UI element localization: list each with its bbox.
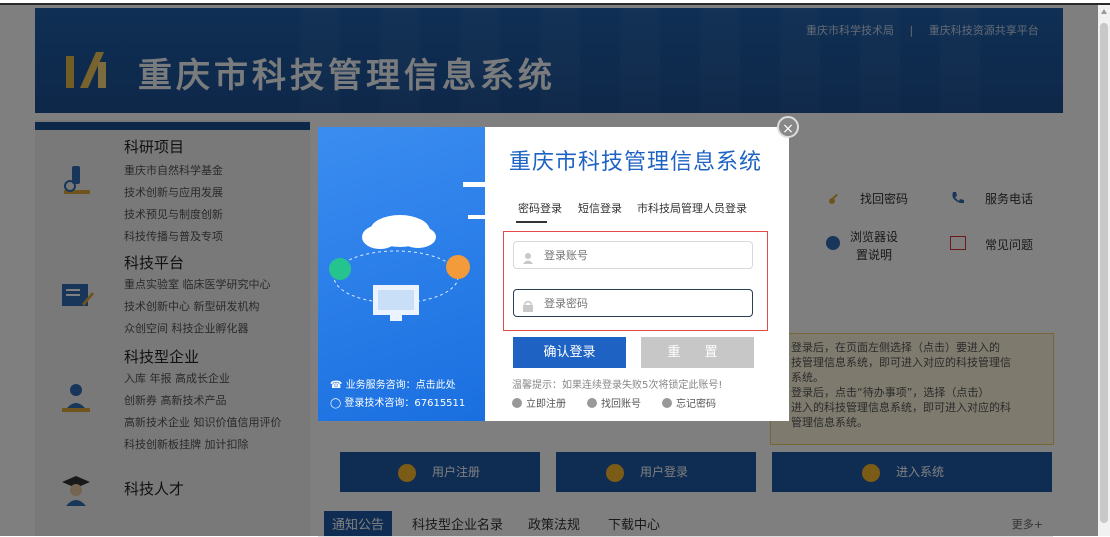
business-consult-link[interactable]: ☎ 业务服务咨询：点击此处: [330, 376, 456, 391]
lock-icon: [662, 398, 672, 408]
tab-admin-login[interactable]: 市科技局管理人员登录: [637, 200, 747, 216]
tech-consult-text: 登录技术咨询：67615511: [344, 398, 466, 409]
lock-icon: [522, 297, 534, 316]
find-account-link[interactable]: 找回账号: [587, 395, 641, 410]
business-consult-text: 业务服务咨询：点击此处: [345, 380, 456, 391]
find-account-link-label: 找回账号: [601, 399, 641, 410]
confirm-login-button[interactable]: 确认登录: [513, 337, 626, 368]
user-search-icon: [587, 398, 597, 408]
account-input[interactable]: [513, 241, 753, 269]
close-icon[interactable]: ×: [777, 116, 799, 138]
login-tip: 温馨提示：如果连续登录失败5次将锁定此账号!: [512, 380, 723, 391]
tab-password-login[interactable]: 密码登录: [518, 200, 562, 216]
headset-icon: ◯: [330, 398, 345, 409]
reset-button[interactable]: 重 置: [641, 337, 754, 368]
active-tab-indicator: [516, 221, 547, 223]
phone-icon: ☎: [330, 380, 346, 391]
tech-consult-line: ◯ 登录技术咨询：67615511: [330, 394, 465, 409]
scrollbar-thumb[interactable]: [1100, 23, 1108, 523]
password-input[interactable]: [513, 289, 753, 317]
register-link-label: 立即注册: [526, 399, 566, 410]
modal-title: 重庆市科技管理信息系统: [509, 150, 763, 175]
forgot-password-link[interactable]: 忘记密码: [662, 395, 716, 410]
user-icon: [522, 249, 534, 268]
scroll-up-icon[interactable]: [1101, 9, 1107, 14]
register-link[interactable]: 立即注册: [512, 395, 566, 410]
tab-sms-login[interactable]: 短信登录: [578, 200, 622, 216]
user-icon: [512, 398, 522, 408]
forgot-password-link-label: 忘记密码: [676, 399, 716, 410]
vertical-scrollbar[interactable]: [1098, 5, 1110, 536]
